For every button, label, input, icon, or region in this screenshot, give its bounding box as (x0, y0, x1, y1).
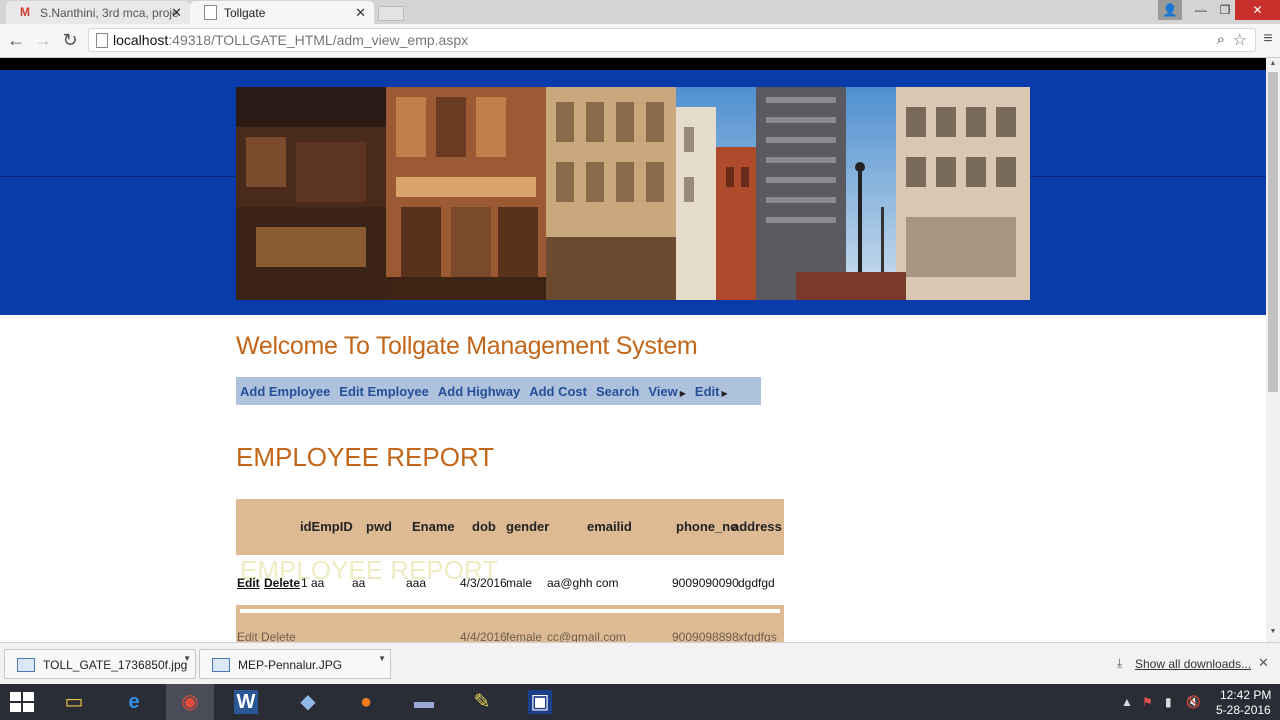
browser-menu-icon[interactable]: ≡ (1260, 30, 1276, 48)
start-button[interactable] (10, 692, 34, 712)
employee-grid: idEmpID pwd Ename dob gender emailid pho… (236, 499, 784, 642)
volume-muted-icon[interactable]: 🔇 (1186, 695, 1201, 709)
page-scrollbar[interactable]: ▲ ▼ (1266, 58, 1280, 642)
menu-add-employee[interactable]: Add Employee (240, 384, 330, 399)
submenu-arrow-icon: ▶ (679, 388, 686, 398)
new-tab-button[interactable] (378, 6, 404, 21)
browser-tab-strip: M S.Nanthini, 3rd mca, proje ✕ Tollgate … (0, 0, 1280, 24)
clock-date[interactable]: 5-28-2016 (1216, 703, 1271, 717)
column-header[interactable]: dob (472, 519, 496, 534)
download-item[interactable]: TOLL_GATE_1736850f.jpg ▼ (4, 649, 196, 679)
flag-icon[interactable]: ⚑ (1142, 695, 1153, 709)
cell-id: 1 (301, 576, 308, 590)
clock-time[interactable]: 12:42 PM (1220, 688, 1271, 702)
close-icon[interactable]: ✕ (1258, 655, 1269, 671)
tab-title: Tollgate (224, 6, 266, 20)
chevron-down-icon[interactable]: ▼ (378, 654, 386, 663)
user-icon[interactable]: 👤 (1158, 0, 1182, 20)
download-icon: ⤓ (1117, 656, 1123, 670)
network-icon[interactable]: ▮ (1165, 695, 1172, 709)
column-header[interactable]: pwd (366, 519, 392, 534)
menu-edit[interactable]: Edit ▶ (695, 384, 728, 399)
chevron-up-icon[interactable]: ▲ (1121, 695, 1133, 709)
zoom-icon[interactable]: ⌕ (1217, 31, 1225, 48)
cell-dob: 4/3/2016 (460, 576, 507, 590)
app-icon[interactable]: ▣ (516, 684, 564, 720)
cell-dob: 4/4/2016 (460, 630, 507, 642)
app-icon[interactable]: ▬ (400, 684, 448, 720)
column-header[interactable]: Ename (412, 519, 455, 534)
header-top-strip (0, 58, 1266, 70)
download-bar: TOLL_GATE_1736850f.jpg ▼ MEP-Pennalur.JP… (0, 642, 1280, 685)
page-icon (204, 5, 217, 20)
cell-pwd-2: aa (352, 576, 366, 590)
grid-header-row: idEmpID pwd Ename dob gender emailid pho… (236, 499, 784, 555)
column-header[interactable]: gender (506, 519, 549, 534)
site-header (0, 58, 1266, 315)
chrome-icon[interactable]: ◉ (166, 684, 214, 720)
cell-address: dgdfgd (738, 576, 775, 590)
word-icon[interactable]: W (222, 684, 270, 720)
internet-explorer-icon[interactable]: e (110, 684, 158, 720)
report-title: EMPLOYEE REPORT (236, 442, 495, 472)
image-file-icon (17, 658, 35, 672)
menu-add-cost[interactable]: Add Cost (529, 384, 587, 399)
url-text[interactable]: localhost:49318/TOLLGATE_HTML/adm_view_e… (113, 32, 468, 48)
scroll-up-icon[interactable]: ▲ (1268, 60, 1278, 67)
cube-app-icon[interactable]: ◆ (284, 684, 332, 720)
download-item[interactable]: MEP-Pennalur.JPG ▼ (199, 649, 391, 679)
cell-address: xfgdfgs (738, 630, 777, 642)
menu-add-highway[interactable]: Add Highway (438, 384, 520, 399)
column-header[interactable]: emailid (587, 519, 632, 534)
city-banner-image (236, 87, 1030, 300)
chevron-down-icon[interactable]: ▼ (183, 654, 191, 663)
column-header[interactable]: address (732, 519, 782, 534)
show-all-downloads-link[interactable]: Show all downloads... (1135, 657, 1251, 671)
cell-pwd: aa (311, 576, 325, 590)
page-viewport: Welcome To Tollgate Management System Ad… (0, 58, 1266, 642)
cell-phone: 9009098898 (672, 630, 739, 642)
close-window-button[interactable]: ✕ (1235, 0, 1280, 20)
delete-link[interactable]: Delete (264, 576, 300, 590)
submenu-arrow-icon: ▶ (721, 388, 728, 398)
tab-gmail[interactable]: M S.Nanthini, 3rd mca, proje ✕ (6, 1, 190, 24)
row-separator (240, 609, 780, 613)
tools-app-icon[interactable]: ✎ (458, 684, 506, 720)
table-row: Edit Delete 4/4/2016 female cc@gmail.com… (236, 627, 784, 642)
page-icon (96, 33, 108, 48)
address-bar[interactable]: localhost:49318/TOLLGATE_HTML/adm_view_e… (88, 28, 1256, 52)
column-header[interactable]: phone_no (676, 519, 738, 534)
tab-tollgate[interactable]: Tollgate ✕ (190, 1, 374, 24)
cell-gender: female (506, 630, 543, 642)
menu-edit-employee[interactable]: Edit Employee (339, 384, 429, 399)
welcome-heading: Welcome To Tollgate Management System (236, 332, 698, 360)
cell-gender: male (506, 576, 533, 590)
back-arrow-icon[interactable]: ← (6, 30, 26, 50)
gmail-icon: M (20, 5, 30, 19)
firefox-icon[interactable]: ● (342, 684, 390, 720)
file-explorer-icon[interactable]: ▭ (50, 684, 98, 720)
menu-view[interactable]: View ▶ (648, 384, 686, 399)
reload-icon[interactable]: ↻ (60, 30, 80, 50)
column-header[interactable]: idEmpID (300, 519, 353, 534)
cell-email: cc@gmail.com (547, 630, 626, 642)
tab-close-icon[interactable]: ✕ (171, 5, 182, 21)
table-row: Edit Delete 1 aa aa aaa 4/3/2016 male aa… (236, 573, 784, 593)
cell-ename: aaa (406, 576, 427, 590)
cell-email: aa@ghh com (547, 576, 619, 590)
windows-taskbar: ▭ e ◉ W ◆ ● ▬ ✎ ▣ ▲ ⚑ ▮ 🔇 12:42 PM 5-28-… (0, 684, 1280, 720)
site-menu-bar: Add Employee Edit Employee Add Highway A… (236, 377, 761, 405)
browser-toolbar: ← → ↻ localhost:49318/TOLLGATE_HTML/adm_… (0, 24, 1280, 58)
menu-search[interactable]: Search (596, 384, 639, 399)
cell-phone: 9009090090 (672, 576, 739, 590)
tab-close-icon[interactable]: ✕ (355, 5, 366, 21)
tab-title: S.Nanthini, 3rd mca, proje (40, 6, 179, 20)
scroll-down-icon[interactable]: ▼ (1268, 628, 1278, 635)
forward-arrow-icon[interactable]: → (33, 30, 53, 50)
row-actions[interactable]: Edit Delete (237, 630, 296, 642)
scroll-thumb[interactable] (1268, 72, 1278, 392)
edit-link[interactable]: Edit (237, 576, 260, 590)
bookmark-star-icon[interactable]: ☆ (1233, 30, 1247, 50)
image-file-icon (212, 658, 230, 672)
